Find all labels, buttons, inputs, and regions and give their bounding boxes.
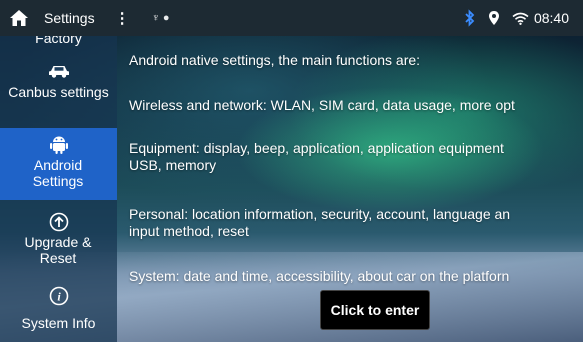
sidebar-item-label: Upgrade & Reset bbox=[24, 234, 92, 266]
sidebar: Factory Canbus settings Android Settings… bbox=[0, 36, 117, 342]
sidebar-item-system-info[interactable]: i System Info bbox=[0, 282, 117, 342]
sidebar-item-upgrade-reset[interactable]: Upgrade & Reset bbox=[0, 206, 117, 276]
location-icon bbox=[488, 11, 499, 25]
sidebar-item-canbus[interactable]: Canbus settings bbox=[0, 56, 117, 126]
sidebar-item-label: System Info bbox=[21, 315, 96, 331]
overflow-menu-icon[interactable]: ⋮ bbox=[115, 9, 130, 27]
home-button[interactable] bbox=[0, 0, 38, 36]
system-text: System: date and time, accessibility, ab… bbox=[129, 268, 510, 284]
wifi-icon bbox=[512, 12, 529, 25]
intro-text: Android native settings, the main functi… bbox=[129, 52, 421, 68]
personal-text: Personal: location information, security… bbox=[129, 206, 511, 222]
sidebar-item-label: Android Settings bbox=[32, 157, 84, 189]
clock: 08:40 bbox=[533, 10, 569, 26]
bluetooth-icon bbox=[465, 9, 475, 27]
sidebar-item-factory[interactable]: Factory bbox=[0, 36, 117, 50]
sidebar-item-label: Canbus settings bbox=[8, 84, 109, 100]
personal-text-cont: input method, reset bbox=[129, 223, 249, 239]
svg-text:i: i bbox=[57, 290, 61, 304]
notification-icons: ♆ ● bbox=[151, 12, 170, 24]
equipment-text: Equipment: display, beep, application, a… bbox=[129, 140, 504, 156]
wireless-text: Wireless and network: WLAN, SIM card, da… bbox=[129, 97, 515, 113]
car-icon bbox=[48, 66, 69, 78]
app-title: Settings bbox=[44, 10, 95, 26]
sidebar-item-android-settings[interactable]: Android Settings bbox=[0, 128, 117, 200]
status-bar: Settings ⋮ ♆ ● 08:40 bbox=[0, 0, 583, 36]
equipment-text-cont: USB, memory bbox=[129, 157, 217, 173]
click-to-enter-button[interactable]: Click to enter bbox=[320, 290, 430, 330]
home-icon bbox=[10, 10, 28, 26]
upgrade-icon bbox=[49, 212, 68, 232]
sidebar-item-label: Factory bbox=[35, 36, 82, 46]
android-icon bbox=[49, 136, 68, 154]
info-icon: i bbox=[49, 286, 68, 306]
